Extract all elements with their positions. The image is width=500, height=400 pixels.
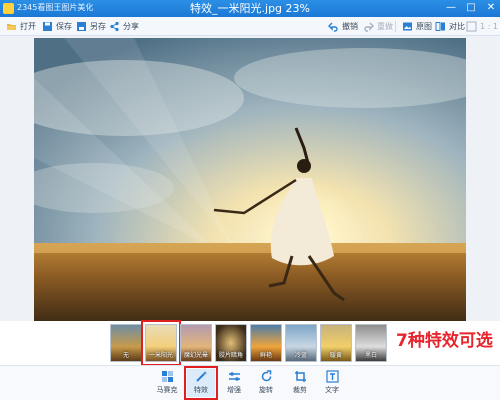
save-icon [42, 21, 53, 32]
filter-vivid[interactable]: 鲜艳 [250, 324, 282, 362]
maximize-button[interactable]: □ [464, 2, 478, 14]
filter-black-white[interactable]: 黑白 [355, 324, 387, 362]
compare-label: 对比 [449, 22, 465, 31]
rotate-label: 旋转 [259, 386, 273, 394]
text-label: 文字 [325, 386, 339, 394]
redo-icon [363, 21, 374, 32]
crop-label: 裁剪 [293, 386, 307, 394]
close-button[interactable]: ✕ [484, 2, 498, 14]
share-button[interactable]: 分享 [109, 20, 139, 33]
folder-open-icon [6, 21, 17, 32]
crop-icon [294, 370, 307, 383]
filter-cool-blue[interactable]: 冷蓝 [285, 324, 317, 362]
filter-warm-yellow[interactable]: 暖黄 [320, 324, 352, 362]
actual-size-button[interactable]: 1 : 1 [466, 20, 498, 33]
undo-label: 撤销 [342, 22, 358, 31]
minimize-button[interactable]: — [444, 2, 458, 14]
redo-label: 重做 [377, 22, 393, 31]
mosaic-tool-button[interactable]: 马赛克 [153, 369, 181, 397]
original-image-button[interactable]: 原图 [402, 20, 432, 33]
save-button[interactable]: 保存 [42, 20, 72, 33]
text-tool-button[interactable]: 文字 [318, 369, 346, 397]
toolbar-divider [395, 21, 396, 32]
filter-label: 魔幻光晕 [183, 352, 208, 359]
actual-size-icon [466, 21, 477, 32]
filter-film-vignette[interactable]: 胶片暗角 [215, 324, 247, 362]
filter-magic-halo[interactable]: 魔幻光晕 [180, 324, 212, 362]
original-image-icon [402, 21, 413, 32]
effects-label: 特效 [194, 386, 208, 394]
filter-none[interactable]: 无 [110, 324, 142, 362]
compare-button[interactable]: 对比 [435, 20, 465, 33]
undo-icon [328, 21, 339, 32]
filter-count-callout: 7种特效可选 [396, 331, 493, 351]
mosaic-label: 马赛克 [156, 386, 178, 394]
open-label: 打开 [20, 22, 36, 31]
save-label: 保存 [56, 22, 72, 31]
save-as-icon [76, 21, 87, 32]
magic-wand-icon [195, 370, 208, 383]
save-as-button[interactable]: 另存 [76, 20, 106, 33]
share-label: 分享 [123, 22, 139, 31]
actual-size-label: 1 : 1 [480, 22, 498, 31]
filter-label: 鲜艳 [259, 352, 272, 359]
enhance-tool-button[interactable]: 增强 [220, 369, 248, 397]
filter-label: 胶片暗角 [218, 352, 243, 359]
filter-label: 冷蓝 [294, 352, 307, 359]
filter-label: 暖黄 [329, 352, 342, 359]
filter-label: 无 [122, 352, 129, 359]
effects-tool-button[interactable]: 特效 [184, 366, 218, 400]
crop-tool-button[interactable]: 裁剪 [286, 369, 314, 397]
title-bar: 2345看图王图片美化 特效_一米阳光.jpg 23% — □ ✕ [0, 0, 500, 17]
top-toolbar: 打开 保存 另存 分享 撤销 重做 原图 对比 1: 1 [0, 17, 500, 36]
rotate-icon [260, 370, 273, 383]
compare-icon [435, 21, 446, 32]
text-icon [325, 370, 339, 383]
filter-label: 一米阳光 [148, 352, 173, 359]
share-icon [109, 21, 120, 32]
mosaic-icon [161, 370, 174, 383]
open-button[interactable]: 打开 [6, 20, 36, 33]
undo-button[interactable]: 撤销 [328, 20, 358, 33]
rotate-tool-button[interactable]: 旋转 [252, 369, 280, 397]
bottom-toolbar: 马赛克 特效 增强 旋转 裁剪 文字 [0, 365, 500, 400]
enhance-label: 增强 [227, 386, 241, 394]
filter-sunlight[interactable]: 一米阳光 [141, 320, 181, 366]
save-as-label: 另存 [90, 22, 106, 31]
photo-preview [34, 38, 466, 323]
filter-label: 黑白 [364, 352, 377, 359]
document-title: 特效_一米阳光.jpg 23% [190, 2, 310, 15]
original-image-label: 原图 [416, 22, 432, 31]
redo-button[interactable]: 重做 [363, 20, 393, 33]
image-canvas[interactable] [0, 36, 500, 323]
adjust-icon [228, 370, 241, 383]
